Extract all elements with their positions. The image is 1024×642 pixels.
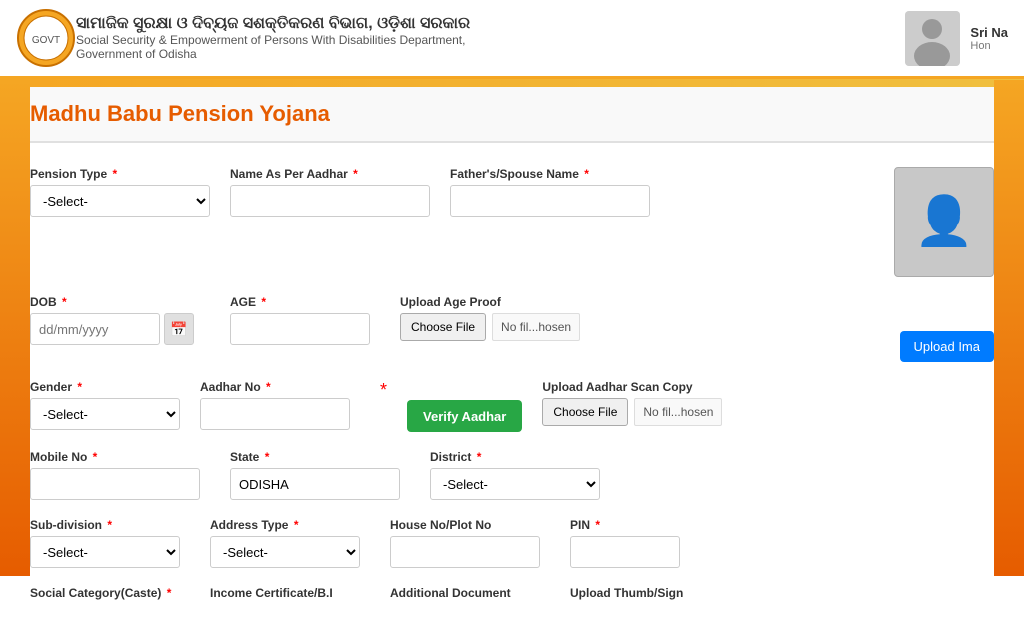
mobile-group: Mobile No * [30,450,210,500]
social-category-group: Social Category(Caste) * [30,586,190,600]
odia-title: ସାମାଜିକ ସୁରକ୍ଷା ଓ ଦିବ୍ୟଜ ସଶକ୍ତିକରଣ ବିଭାଗ… [76,15,905,33]
govt-logo: GOVT [16,8,76,68]
dob-label: DOB * [30,295,210,309]
subdivision-select[interactable]: -Select- [30,536,180,568]
header-person-name: Sri Na [970,25,1008,40]
income-cert-label: Income Certificate/B.I [210,586,370,600]
upload-age-proof-group: Upload Age Proof Choose File No fil...ho… [400,295,600,341]
aadhar-label: Aadhar No * [200,380,360,394]
district-label: District * [430,450,610,464]
header-person-sub: Hon [970,40,1008,52]
mobile-input[interactable] [30,468,200,500]
header: GOVT ସାମାଜିକ ସୁରକ୍ଷା ଓ ଦିବ୍ୟଜ ସଶକ୍ତିକରଣ … [0,0,1024,79]
right-decoration [994,80,1024,576]
subdivision-group: Sub-division * -Select- [30,518,190,568]
state-group: State * [230,450,410,500]
dob-input[interactable] [30,313,160,345]
mobile-label: Mobile No * [30,450,210,464]
district-group: District * -Select- [430,450,610,500]
address-type-group: Address Type * -Select- [210,518,370,568]
age-proof-filename: No fil...hosen [492,313,580,341]
form-row-6: Social Category(Caste) * Income Certific… [30,586,994,600]
form-row-1: Pension Type * -Select- Old Age Pension … [30,167,994,277]
pension-type-label: Pension Type * [30,167,210,181]
address-type-select[interactable]: -Select- [210,536,360,568]
required-star: * [112,167,117,181]
upload-thumb-group: Upload Thumb/Sign [570,586,690,600]
address-type-label: Address Type * [210,518,370,532]
form-row-5: Sub-division * -Select- Address Type * -… [30,518,994,568]
pin-label: PIN * [570,518,690,532]
aadhar-required-indicator: * [380,380,387,407]
father-spouse-label: Father's/Spouse Name * [450,167,650,181]
house-input[interactable] [390,536,540,568]
color-banner [0,79,1024,87]
aadhar-group: Aadhar No * [200,380,360,430]
choose-file-aadhar-button[interactable]: Choose File [542,398,628,426]
dob-group: DOB * 📅 [30,295,210,345]
name-aadhar-label: Name As Per Aadhar * [230,167,430,181]
state-label: State * [230,450,410,464]
upload-aadhar-group: Upload Aadhar Scan Copy Choose File No f… [542,380,742,426]
upload-age-proof-label: Upload Age Proof [400,295,600,309]
social-category-label: Social Category(Caste) * [30,586,190,600]
header-person-info: Sri Na Hon [970,25,1008,52]
page-title-bar: Madhu Babu Pension Yojana [0,87,1024,143]
aadhar-required-star: * [380,380,387,401]
pin-group: PIN * [570,518,690,568]
age-input[interactable] [230,313,370,345]
page-title: Madhu Babu Pension Yojana [30,101,994,127]
name-aadhar-group: Name As Per Aadhar * [230,167,430,217]
header-photo [905,11,960,66]
age-group: AGE * [230,295,380,345]
eng-subtitle-line2: Government of Odisha [76,47,905,61]
form-row-2: DOB * 📅 AGE * Upload Age Proof Choose Fi… [30,295,994,362]
upload-image-area: Upload Ima [900,323,994,362]
aadhar-upload-wrapper: Choose File No fil...hosen [542,398,742,426]
form-row-4: Mobile No * State * District * -Select- [30,450,994,500]
upload-thumb-label: Upload Thumb/Sign [570,586,690,600]
dob-wrapper: 📅 [30,313,210,345]
income-cert-group: Income Certificate/B.I [210,586,370,600]
verify-aadhar-wrapper: Verify Aadhar [407,380,522,432]
header-right: Sri Na Hon [905,11,1008,66]
upload-aadhar-label: Upload Aadhar Scan Copy [542,380,742,394]
subdivision-label: Sub-division * [30,518,190,532]
gender-group: Gender * -Select- Male Female Others [30,380,180,430]
form-row-3: Gender * -Select- Male Female Others Aad… [30,380,994,432]
eng-subtitle-line1: Social Security & Empowerment of Persons… [76,33,905,47]
pension-type-select[interactable]: -Select- Old Age Pension Widow Pension D… [30,185,210,217]
name-aadhar-input[interactable] [230,185,430,217]
aadhar-filename: No fil...hosen [634,398,722,426]
verify-aadhar-button[interactable]: Verify Aadhar [407,400,522,432]
avatar-icon: 👤 [914,198,974,246]
district-select[interactable]: -Select- [430,468,600,500]
aadhar-input[interactable] [200,398,350,430]
additional-doc-label: Additional Document [390,586,550,600]
header-text: ସାମାଜିକ ସୁରକ୍ଷା ଓ ଦିବ୍ୟଜ ସଶକ୍ତିକରଣ ବିଭାଗ… [76,15,905,61]
pension-type-group: Pension Type * -Select- Old Age Pension … [30,167,210,217]
upload-image-button[interactable]: Upload Ima [900,331,994,362]
age-proof-upload-wrapper: Choose File No fil...hosen [400,313,600,341]
choose-file-age-button[interactable]: Choose File [400,313,486,341]
house-group: House No/Plot No [390,518,550,568]
gender-select[interactable]: -Select- Male Female Others [30,398,180,430]
additional-doc-group: Additional Document [390,586,550,600]
calendar-button[interactable]: 📅 [164,313,194,345]
pin-input[interactable] [570,536,680,568]
father-spouse-group: Father's/Spouse Name * [450,167,650,217]
photo-placeholder: 👤 [894,167,994,277]
left-decoration [0,80,30,576]
state-input[interactable] [230,468,400,500]
right-panel: 👤 [894,167,994,277]
house-label: House No/Plot No [390,518,550,532]
gender-label: Gender * [30,380,180,394]
age-label: AGE * [230,295,380,309]
father-spouse-input[interactable] [450,185,650,217]
svg-text:GOVT: GOVT [32,35,60,46]
form-container: Pension Type * -Select- Old Age Pension … [0,143,1024,642]
